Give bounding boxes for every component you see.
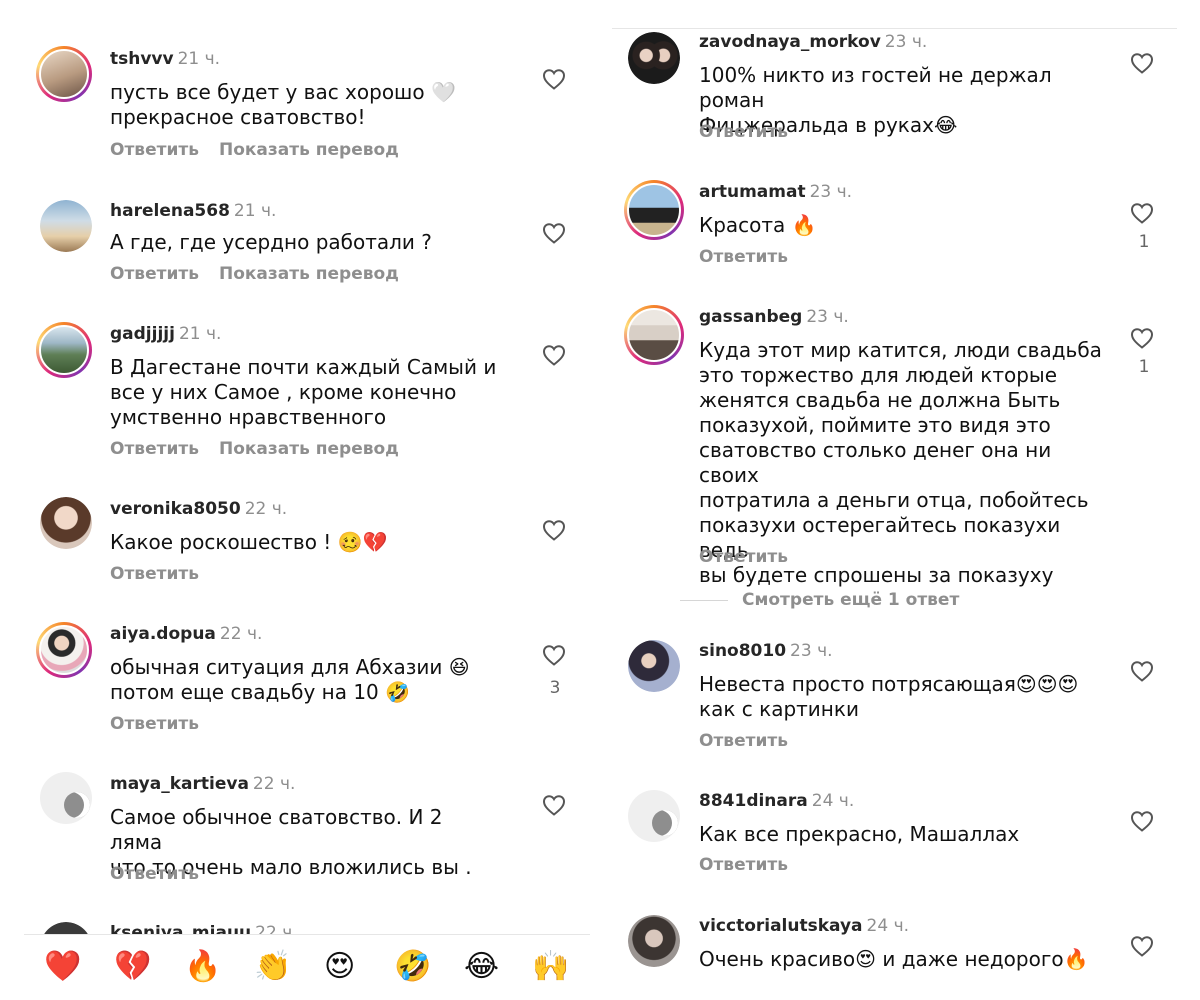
comment-text: В Дагестане почти каждый Самый и все у ни… — [110, 355, 497, 429]
emoji-button[interactable]: 🔥 — [184, 949, 221, 985]
avatar[interactable] — [628, 790, 680, 842]
comment-time: 24 ч. — [866, 916, 910, 936]
emoji-button[interactable]: 🤣 — [394, 949, 431, 985]
avatar[interactable] — [628, 640, 680, 692]
emoji-button[interactable]: ❤️ — [44, 949, 81, 985]
translate-button[interactable]: Показать перевод — [219, 264, 399, 284]
avatar[interactable] — [624, 180, 684, 240]
translate-button[interactable]: Показать перевод — [219, 140, 399, 160]
comments-column-right: zavodnaya_morkov 23 ч. 100% никто из гост… — [610, 0, 1200, 1000]
comment-username[interactable]: aiya.dopua — [110, 624, 216, 644]
comment-text: обычная ситуация для Абхазии 😆 потом еще … — [110, 655, 470, 704]
reply-button[interactable]: Ответить — [699, 247, 788, 267]
comment-username[interactable]: tshvvv — [110, 49, 174, 69]
comment-username[interactable]: harelena568 — [110, 201, 230, 221]
comment-username[interactable]: gassanbeg — [699, 307, 802, 327]
comment-text: Невеста просто потрясающая😍😍😍 как с карти… — [699, 672, 1079, 721]
like-icon[interactable] — [1130, 810, 1156, 834]
comment-text: Красота 🔥 — [699, 213, 817, 237]
emoji-button[interactable]: 👏 — [254, 949, 291, 985]
comment-text: Какое роскошество ! 🥴💔 — [110, 530, 388, 554]
like-icon[interactable] — [542, 794, 568, 818]
comment-text: пусть все будет у вас хорошо 🤍 прекрасное… — [110, 80, 456, 129]
emoji-button[interactable]: 🙌 — [532, 949, 569, 985]
like-icon[interactable] — [1130, 327, 1156, 351]
comment-time: 23 ч. — [806, 307, 849, 327]
like-icon[interactable] — [1130, 660, 1156, 684]
comment-time: 22 ч. — [219, 624, 263, 644]
avatar[interactable] — [40, 772, 92, 824]
reply-button[interactable]: Ответить — [110, 864, 199, 884]
reply-button[interactable]: Ответить — [110, 264, 199, 284]
like-icon[interactable] — [542, 68, 568, 92]
avatar[interactable] — [36, 622, 92, 678]
reply-button[interactable]: Ответить — [699, 855, 788, 875]
reply-button[interactable]: Ответить — [110, 564, 199, 584]
avatar[interactable] — [40, 497, 92, 549]
like-count: 3 — [549, 678, 561, 698]
reply-button[interactable]: Ответить — [699, 547, 788, 567]
comment-time: 23 ч. — [790, 641, 833, 661]
comment-username[interactable]: gadjjjjj — [110, 324, 175, 344]
comment-time: 22 ч. — [244, 499, 288, 519]
emoji-button[interactable]: 💔 — [114, 949, 151, 985]
comment-time: 21 ч. — [177, 49, 221, 69]
avatar[interactable] — [36, 46, 92, 102]
avatar[interactable] — [624, 305, 684, 365]
comment-text: Очень красиво😍 и даже недорого🔥 — [699, 947, 1089, 971]
like-count: 1 — [1138, 357, 1150, 377]
comment-time: 24 ч. — [811, 791, 855, 811]
comments-column-left: tshvvv 21 ч. пусть все будет у вас хорошо… — [0, 0, 590, 1000]
comment-text: Как все прекрасно, Машаллах — [699, 822, 1020, 846]
reply-button[interactable]: Ответить — [110, 140, 199, 160]
like-icon[interactable] — [542, 644, 568, 668]
like-icon[interactable] — [1130, 935, 1156, 959]
comment-username[interactable]: maya_kartieva — [110, 774, 249, 794]
comment-username[interactable]: veronika8050 — [110, 499, 241, 519]
like-icon[interactable] — [542, 519, 568, 543]
comment-username[interactable]: zavodnaya_morkov — [699, 32, 881, 52]
like-icon[interactable] — [542, 344, 568, 368]
comment-username[interactable]: 8841dinara — [699, 791, 808, 811]
comment-time: 21 ч. — [233, 201, 277, 221]
avatar[interactable] — [36, 322, 92, 378]
like-icon[interactable] — [1130, 52, 1156, 76]
translate-button[interactable]: Показать перевод — [219, 439, 399, 459]
emoji-button[interactable]: 😂 — [464, 949, 499, 985]
comment-time: 21 ч. — [178, 324, 222, 344]
view-more-replies-button[interactable]: Смотреть ещё 1 ответ — [680, 590, 959, 610]
comment-time: 22 ч. — [252, 774, 296, 794]
comment-username[interactable]: sino8010 — [699, 641, 786, 661]
avatar[interactable] — [40, 200, 92, 252]
like-icon[interactable] — [1130, 202, 1156, 226]
reply-button[interactable]: Ответить — [110, 714, 199, 734]
avatar[interactable] — [628, 915, 680, 967]
reply-button[interactable]: Ответить — [699, 122, 788, 142]
comment-time: 23 ч. — [809, 182, 853, 202]
comment-username[interactable]: vicctorialutskaya — [699, 916, 863, 936]
like-icon[interactable] — [542, 222, 568, 246]
emoji-reaction-bar: ❤️ 💔 🔥 👏 😍 🤣 😂 🙌 — [24, 934, 590, 1000]
comment-text: А где, где усердно работали ? — [110, 230, 432, 254]
comment-time: 23 ч. — [884, 32, 928, 52]
like-count: 1 — [1138, 232, 1150, 252]
emoji-button[interactable]: 😍 — [324, 949, 355, 985]
reply-button[interactable]: Ответить — [699, 731, 788, 751]
avatar[interactable] — [628, 32, 680, 84]
comment-username[interactable]: artumamat — [699, 182, 806, 202]
reply-button[interactable]: Ответить — [110, 439, 199, 459]
